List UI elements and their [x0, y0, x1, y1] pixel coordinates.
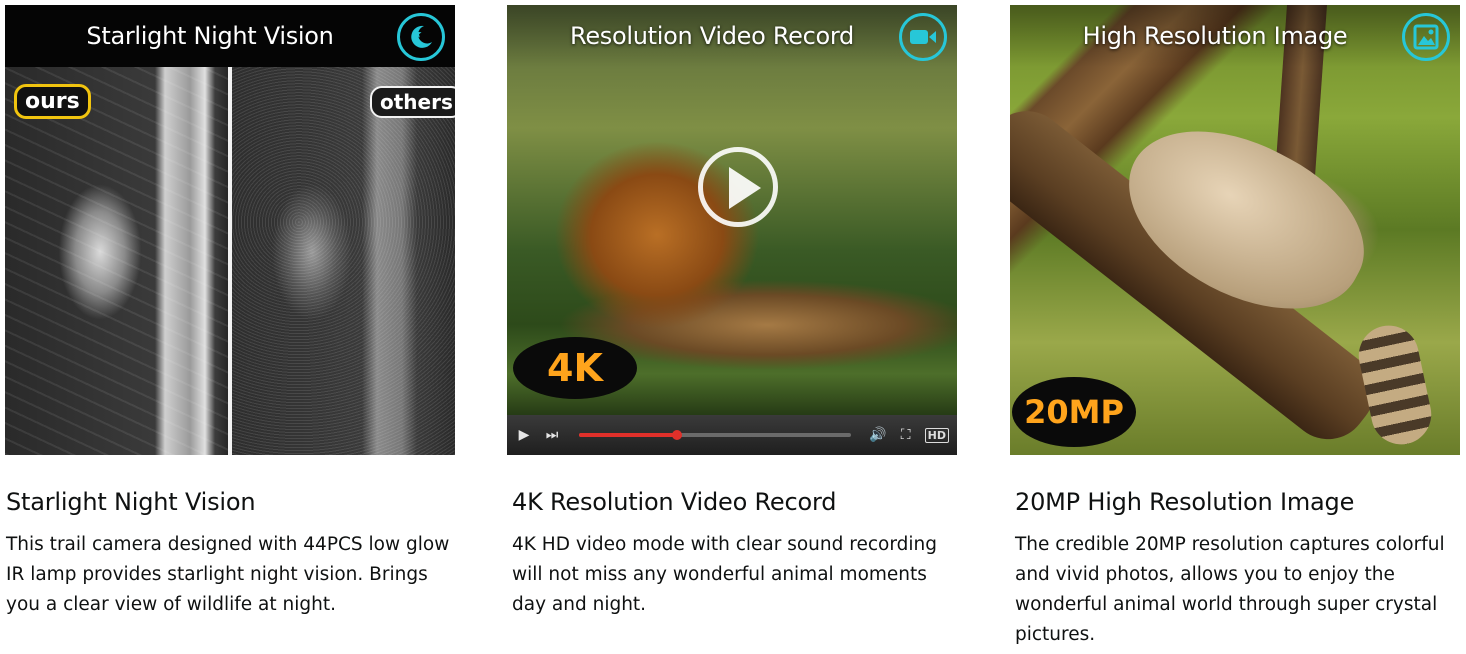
video-player[interactable]: Resolution Video Record 4K ▶ ⏭ 🔊 ⛶ HD — [507, 5, 957, 455]
others-label: others — [370, 86, 455, 118]
others-night-photo — [232, 67, 455, 455]
play-control-icon[interactable]: ▶ — [515, 427, 533, 443]
ours-label: ours — [14, 84, 91, 119]
banner-title: Starlight Night Vision — [86, 22, 334, 50]
caption-body-night-vision: This trail camera designed with 44PCS lo… — [6, 534, 450, 615]
raccoon-photo: High Resolution Image 20MP — [1010, 5, 1460, 455]
moon-star-icon — [397, 13, 445, 61]
caption-title-image: 20MP High Resolution Image — [1015, 488, 1355, 516]
image-banner: High Resolution Image — [1010, 5, 1460, 67]
progress-bar[interactable] — [579, 430, 851, 440]
picture-icon — [1402, 13, 1450, 61]
feature-card-image: High Resolution Image 20MP — [1010, 5, 1460, 455]
progress-fill — [579, 433, 677, 437]
caption-body-video: 4K HD video mode with clear sound record… — [512, 534, 937, 615]
caption-title-night-vision: Starlight Night Vision — [6, 488, 256, 516]
hd-quality-button[interactable]: HD — [924, 427, 949, 443]
banner-title: High Resolution Image — [1082, 22, 1348, 50]
feature-card-night-vision: Starlight Night Vision ours others — [5, 5, 455, 455]
banner-title: Resolution Video Record — [570, 22, 854, 50]
video-banner: Resolution Video Record — [507, 5, 957, 67]
caption-title-video: 4K Resolution Video Record — [512, 488, 837, 516]
feature-card-video: Resolution Video Record 4K ▶ ⏭ 🔊 ⛶ HD — [507, 5, 957, 455]
megapixel-badge: 20MP — [1012, 377, 1136, 447]
night-vision-comparison-image: Starlight Night Vision ours others — [5, 5, 455, 455]
caption-body-image: The credible 20MP resolution captures co… — [1015, 534, 1445, 645]
play-icon — [729, 167, 761, 209]
volume-icon[interactable]: 🔊 — [869, 427, 887, 443]
next-control-icon[interactable]: ⏭ — [543, 427, 561, 443]
progress-handle[interactable] — [671, 430, 682, 440]
ours-night-photo — [5, 67, 228, 455]
player-controls: ▶ ⏭ 🔊 ⛶ HD — [507, 415, 957, 455]
resolution-badge: 4K — [513, 337, 637, 399]
fullscreen-icon[interactable]: ⛶ — [897, 427, 915, 443]
night-vision-banner: Starlight Night Vision — [5, 5, 455, 67]
video-camera-icon — [899, 13, 947, 61]
